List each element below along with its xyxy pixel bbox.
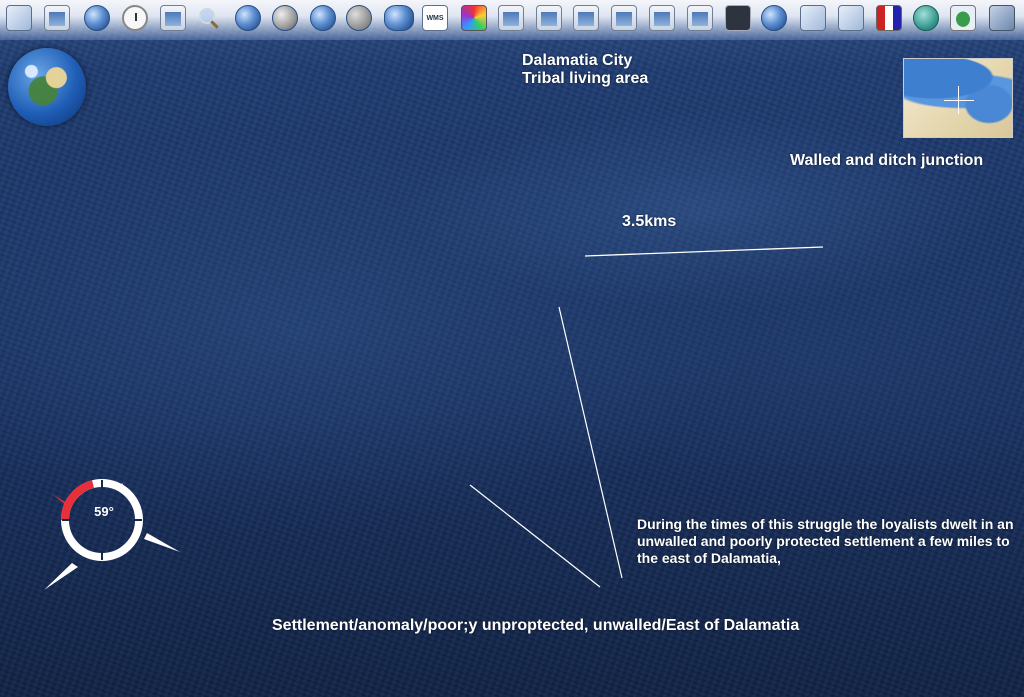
compass-needle-south — [44, 563, 78, 590]
pointer-line-right — [558, 306, 623, 579]
pointer-line-left — [469, 484, 601, 588]
compass-needle-east — [144, 533, 180, 552]
distance-line — [584, 246, 824, 257]
compass[interactable] — [40, 475, 190, 595]
compass-heading-label: 59° — [94, 504, 114, 519]
